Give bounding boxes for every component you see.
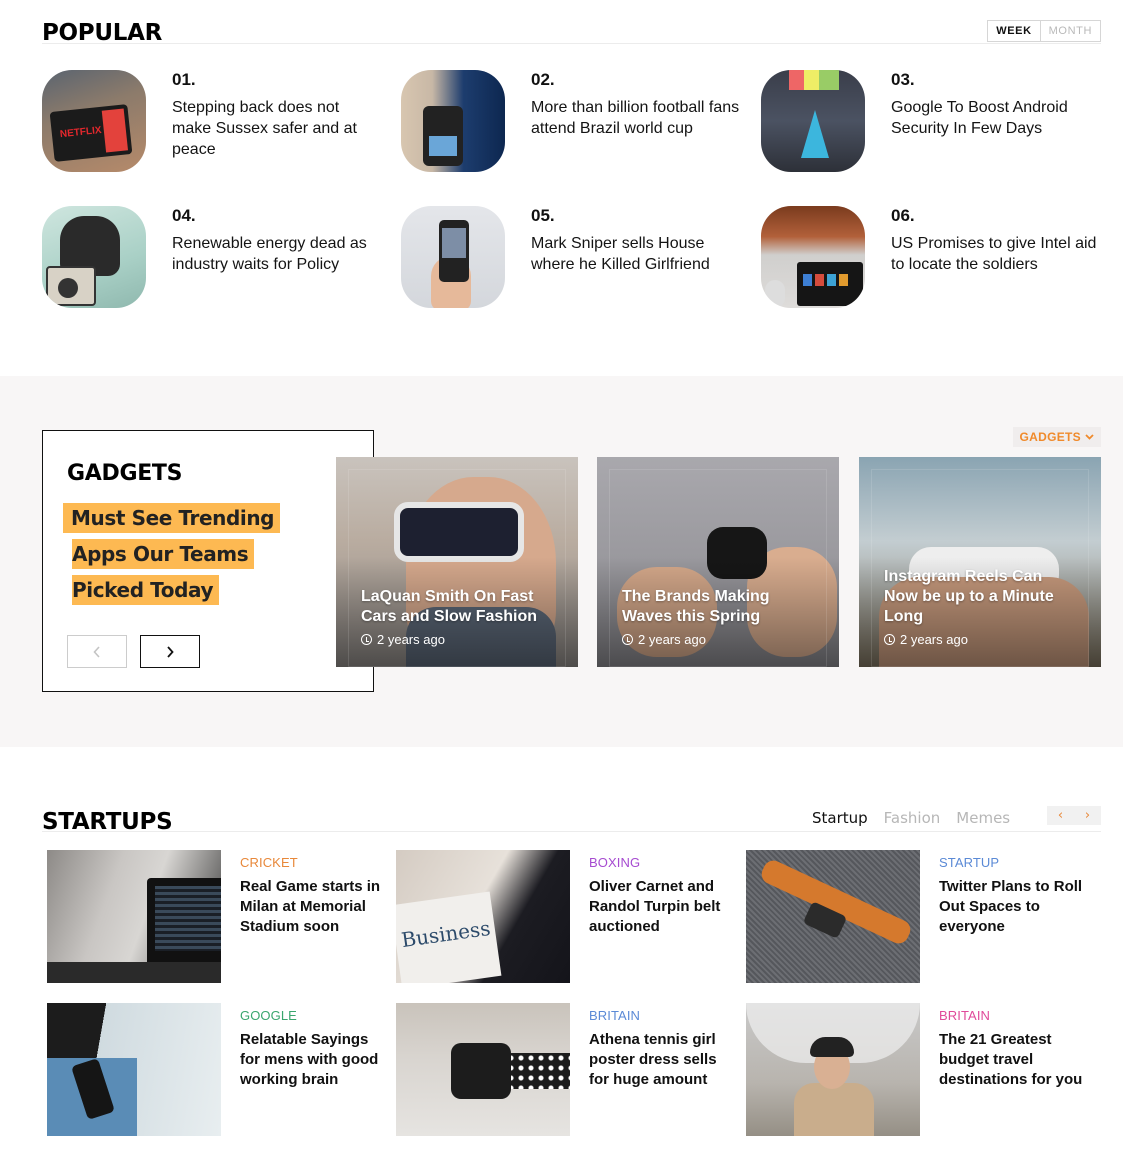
item-category[interactable]: STARTUP xyxy=(939,855,999,870)
tab-week[interactable]: WEEK xyxy=(988,21,1041,41)
card-time: 2 years ago xyxy=(377,632,445,647)
gadgets-intro-box: GADGETS Must See Trending Apps Our Teams… xyxy=(42,430,374,692)
startup-item[interactable]: STARTUP Twitter Plans to Roll Out Spaces… xyxy=(746,850,1086,983)
item-title[interactable]: Real Game starts in Milan at Memorial St… xyxy=(240,877,390,937)
item-category[interactable]: BOXING xyxy=(589,855,640,870)
tab-startup[interactable]: Startup xyxy=(812,809,868,827)
gadget-card[interactable]: Instagram Reels Can Now be up to a Minut… xyxy=(859,457,1101,667)
laptop-code-image[interactable] xyxy=(47,850,221,983)
startups-section: STARTUPS Startup Fashion Memes ‹ › CRICK… xyxy=(0,747,1123,1155)
startup-item[interactable]: Business BOXING Oliver Carnet and Randol… xyxy=(396,850,736,983)
tab-fashion[interactable]: Fashion xyxy=(884,809,941,827)
payment-terminal-image[interactable] xyxy=(401,70,505,172)
popular-item[interactable]: NETFLIX 01. Stepping back does not make … xyxy=(42,70,382,174)
startup-item[interactable]: BRITAIN The 21 Greatest budget travel de… xyxy=(746,1003,1086,1136)
card-title[interactable]: LaQuan Smith On Fast Cars and Slow Fashi… xyxy=(361,587,556,627)
popular-item[interactable]: 04. Renewable energy dead as industry wa… xyxy=(42,206,382,310)
popular-item[interactable]: 02. More than billion football fans atte… xyxy=(401,70,741,174)
startup-item[interactable]: CRICKET Real Game starts in Milan at Mem… xyxy=(47,850,387,983)
card-title[interactable]: Instagram Reels Can Now be up to a Minut… xyxy=(884,567,1079,627)
popular-item[interactable]: 05. Mark Sniper sells House where he Kil… xyxy=(401,206,741,310)
item-title[interactable]: Relatable Sayings for mens with good wor… xyxy=(240,1030,390,1090)
business-newspaper-image[interactable]: Business xyxy=(396,850,570,983)
item-category[interactable]: CRICKET xyxy=(240,855,298,870)
chevron-left-icon[interactable]: ‹ xyxy=(1058,808,1063,823)
startup-item[interactable]: BRITAIN Athena tennis girl poster dress … xyxy=(396,1003,736,1136)
gadgets-section: GADGETS Must See Trending Apps Our Teams… xyxy=(0,376,1123,747)
item-title[interactable]: The 21 Greatest budget travel destinatio… xyxy=(939,1030,1089,1090)
smartwatch-image[interactable] xyxy=(396,1003,570,1136)
card-time: 2 years ago xyxy=(900,632,968,647)
gadget-card[interactable]: LaQuan Smith On Fast Cars and Slow Fashi… xyxy=(336,457,578,667)
item-number: 02. xyxy=(531,70,555,89)
clock-icon xyxy=(622,634,633,645)
item-title[interactable]: More than billion football fans attend B… xyxy=(531,97,741,139)
tagline-line: Apps Our Teams xyxy=(72,539,255,569)
item-title[interactable]: Twitter Plans to Roll Out Spaces to ever… xyxy=(939,877,1089,937)
tab-memes[interactable]: Memes xyxy=(956,809,1010,827)
item-number: 04. xyxy=(172,206,196,225)
startup-item[interactable]: GOOGLE Relatable Sayings for mens with g… xyxy=(47,1003,387,1136)
card-time: 2 years ago xyxy=(638,632,706,647)
item-number: 05. xyxy=(531,206,555,225)
gadgets-tagline: Must See Trending Apps Our Teams Picked … xyxy=(63,503,281,611)
carousel-next-button[interactable] xyxy=(140,635,200,668)
tagline-line: Picked Today xyxy=(72,575,220,605)
period-toggle: WEEK MONTH xyxy=(987,20,1101,42)
chevron-left-icon xyxy=(93,645,100,658)
item-title[interactable]: US Promises to give Intel aid to locate … xyxy=(891,233,1101,275)
card-meta: 2 years ago xyxy=(622,632,706,647)
popular-section: POPULAR WEEK MONTH NETFLIX 01. Stepping … xyxy=(0,0,1123,376)
item-title[interactable]: Athena tennis girl poster dress sells fo… xyxy=(589,1030,739,1090)
gadgets-category-dropdown[interactable]: GADGETS xyxy=(1012,427,1101,447)
item-category[interactable]: GOOGLE xyxy=(240,1008,297,1023)
chevron-down-icon xyxy=(1085,434,1094,440)
card-meta: 2 years ago xyxy=(884,632,968,647)
startups-pager: ‹ › xyxy=(1047,806,1101,825)
item-number: 01. xyxy=(172,70,196,89)
card-meta: 2 years ago xyxy=(361,632,445,647)
carousel-prev-button[interactable] xyxy=(67,635,127,668)
popular-item[interactable]: 06. US Promises to give Intel aid to loc… xyxy=(761,206,1101,310)
hand-phone-image[interactable] xyxy=(401,206,505,308)
dropdown-label: GADGETS xyxy=(1019,430,1081,444)
startups-tabs: Startup Fashion Memes xyxy=(812,809,1010,827)
clock-icon xyxy=(884,634,895,645)
tab-month[interactable]: MONTH xyxy=(1041,21,1100,41)
tv-speaker-image[interactable] xyxy=(761,206,865,308)
tablet-netflix-image[interactable]: NETFLIX xyxy=(42,70,146,172)
item-category[interactable]: BRITAIN xyxy=(589,1008,640,1023)
tagline-line: Must See Trending xyxy=(63,503,281,533)
gadget-card[interactable]: The Brands Making Waves this Spring 2 ye… xyxy=(597,457,839,667)
radio-person-image[interactable] xyxy=(42,206,146,308)
gadgets-title: GADGETS xyxy=(67,461,183,486)
item-title[interactable]: Google To Boost Android Security In Few … xyxy=(891,97,1101,139)
chevron-right-icon[interactable]: › xyxy=(1085,808,1090,823)
watch-strap-image[interactable] xyxy=(746,850,920,983)
popular-item[interactable]: 03. Google To Boost Android Security In … xyxy=(761,70,1101,174)
card-title[interactable]: The Brands Making Waves this Spring xyxy=(622,587,817,627)
item-number: 06. xyxy=(891,206,915,225)
item-category[interactable]: BRITAIN xyxy=(939,1008,990,1023)
title-divider xyxy=(42,831,1101,832)
blue-lamp-image[interactable] xyxy=(761,70,865,172)
item-title[interactable]: Stepping back does not make Sussex safer… xyxy=(172,97,382,160)
item-title[interactable]: Mark Sniper sells House where he Killed … xyxy=(531,233,741,275)
item-title[interactable]: Renewable energy dead as industry waits … xyxy=(172,233,382,275)
umbrella-woman-image[interactable] xyxy=(746,1003,920,1136)
item-number: 03. xyxy=(891,70,915,89)
clock-icon xyxy=(361,634,372,645)
phone-pocket-image[interactable] xyxy=(47,1003,221,1136)
title-divider xyxy=(42,43,1101,44)
item-title[interactable]: Oliver Carnet and Randol Turpin belt auc… xyxy=(589,877,739,937)
chevron-right-icon xyxy=(167,645,174,658)
